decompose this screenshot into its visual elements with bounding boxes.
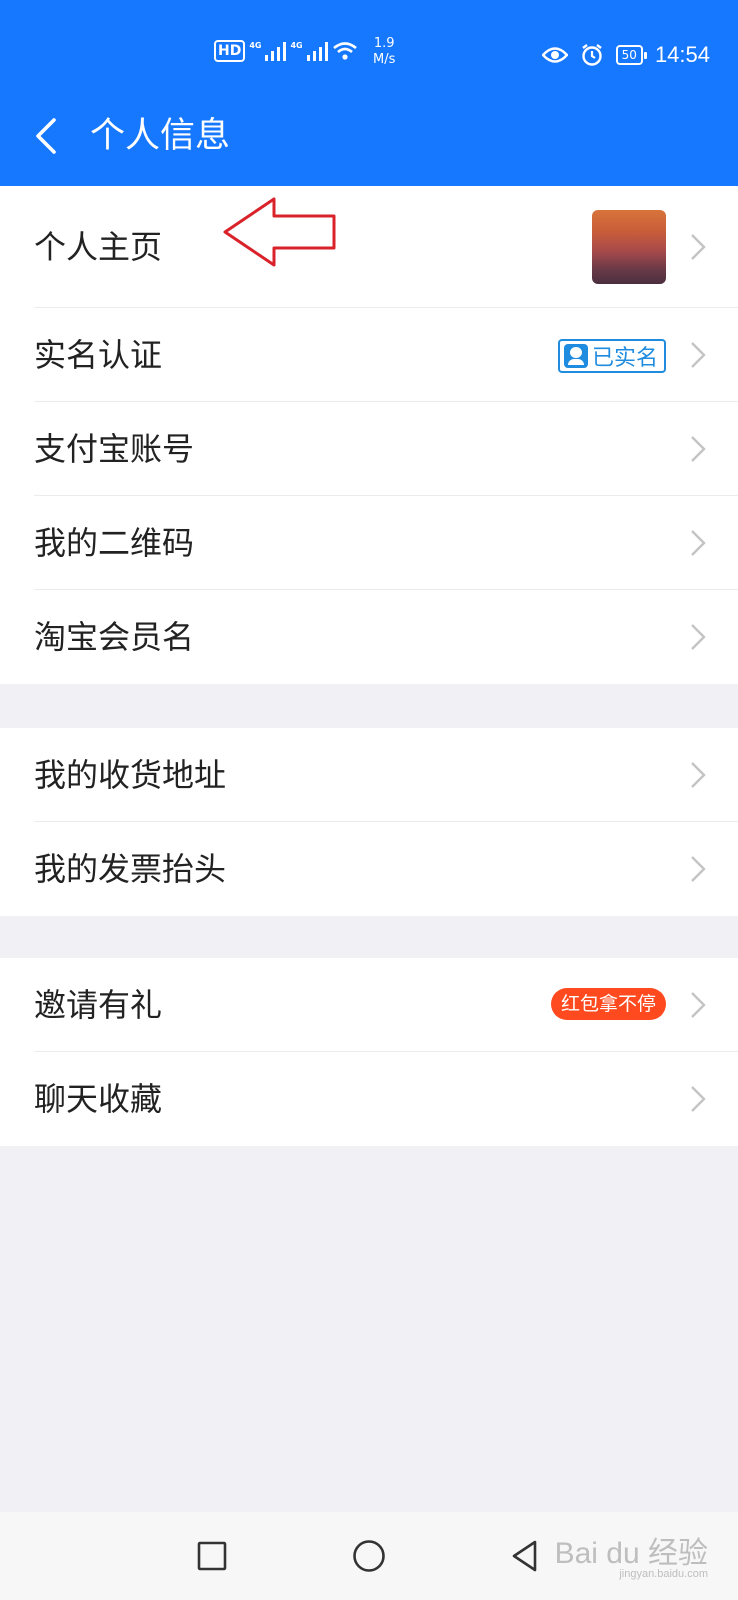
list-item-label: 我的收货地址 <box>34 756 227 794</box>
list-item-label: 实名认证 <box>34 336 163 374</box>
back-triangle-icon[interactable] <box>506 1536 546 1576</box>
list-item-profile-home[interactable]: 个人主页 <box>0 186 738 308</box>
network-type-1: 4G <box>249 41 262 50</box>
list-item-label: 我的发票抬头 <box>34 850 227 888</box>
chevron-right-icon <box>691 530 706 556</box>
battery-icon: 50 <box>615 45 648 65</box>
chevron-right-icon <box>691 1086 706 1112</box>
list-item-realname[interactable]: 实名认证 已实名 <box>0 308 738 402</box>
chevron-right-icon <box>691 436 706 462</box>
list-item-qrcode[interactable]: 我的二维码 <box>0 496 738 590</box>
address-section: 我的收货地址 我的发票抬头 <box>0 728 738 916</box>
list-item-taobao-name[interactable]: 淘宝会员名 <box>0 590 738 684</box>
list-item-alipay-account[interactable]: 支付宝账号 <box>0 402 738 496</box>
list-item-invoice-title[interactable]: 我的发票抬头 <box>0 822 738 916</box>
chevron-right-icon <box>691 762 706 788</box>
verified-person-icon <box>563 344 588 368</box>
avatar <box>592 210 666 284</box>
app-header: HD 4G 4G 1.9 M/s 50 14:54 个人信息 <box>0 0 738 186</box>
alarm-clock-icon <box>581 44 602 66</box>
signal-4g-icon: 4G <box>249 41 287 61</box>
chevron-right-icon <box>691 342 706 368</box>
verified-badge-text: 已实名 <box>591 346 658 371</box>
profile-section: 个人主页 实名认证 已实名 支付宝账号 我的二维码 淘宝会员名 <box>0 186 738 684</box>
network-indicators: HD 4G 4G <box>214 40 358 62</box>
wifi-icon <box>332 42 357 60</box>
hd-voice-icon: HD <box>214 40 246 62</box>
network-speed: 1.9 M/s <box>373 36 395 68</box>
system-nav-bar: Bai du 经验 jingyan.baidu.com <box>0 1512 738 1600</box>
baidu-jingyan-watermark: Bai du 经验 jingyan.baidu.com <box>555 1528 708 1580</box>
network-type-2: 4G <box>290 41 303 50</box>
list-item-label: 我的二维码 <box>34 524 195 562</box>
annotation-arrow-icon <box>223 197 336 267</box>
chevron-right-icon <box>691 992 706 1018</box>
list-item-label: 淘宝会员名 <box>34 618 195 656</box>
list-item-shipping-address[interactable]: 我的收货地址 <box>0 728 738 822</box>
eye-comfort-icon <box>541 47 568 63</box>
status-right: 50 14:54 <box>541 42 710 68</box>
speed-value: 1.9 <box>373 36 395 51</box>
status-bar: HD 4G 4G 1.9 M/s 50 14:54 <box>0 30 738 80</box>
chevron-right-icon <box>691 856 706 882</box>
home-circle-icon[interactable] <box>349 1536 389 1576</box>
verified-badge: 已实名 <box>557 339 666 373</box>
list-item-chat-favorites[interactable]: 聊天收藏 <box>0 1052 738 1146</box>
misc-section: 邀请有礼 红包拿不停 聊天收藏 <box>0 958 738 1146</box>
back-arrow-icon[interactable] <box>28 114 68 158</box>
list-item-label: 支付宝账号 <box>34 430 195 468</box>
recent-apps-square-icon[interactable] <box>192 1536 232 1576</box>
list-item-label: 聊天收藏 <box>34 1080 163 1118</box>
list-item-label: 邀请有礼 <box>34 986 163 1024</box>
list-item-label: 个人主页 <box>34 228 163 266</box>
status-time: 14:54 <box>654 42 710 67</box>
chevron-right-icon <box>691 624 706 650</box>
watermark-brand: Bai du 经验 <box>554 1537 708 1570</box>
speed-unit: M/s <box>373 52 396 67</box>
promo-badge: 红包拿不停 <box>550 988 666 1020</box>
list-item-invite[interactable]: 邀请有礼 红包拿不停 <box>0 958 738 1052</box>
signal-4g-icon-2: 4G <box>290 41 328 61</box>
chevron-right-icon <box>691 234 706 260</box>
page-title: 个人信息 <box>90 116 231 156</box>
title-bar: 个人信息 <box>0 100 738 176</box>
